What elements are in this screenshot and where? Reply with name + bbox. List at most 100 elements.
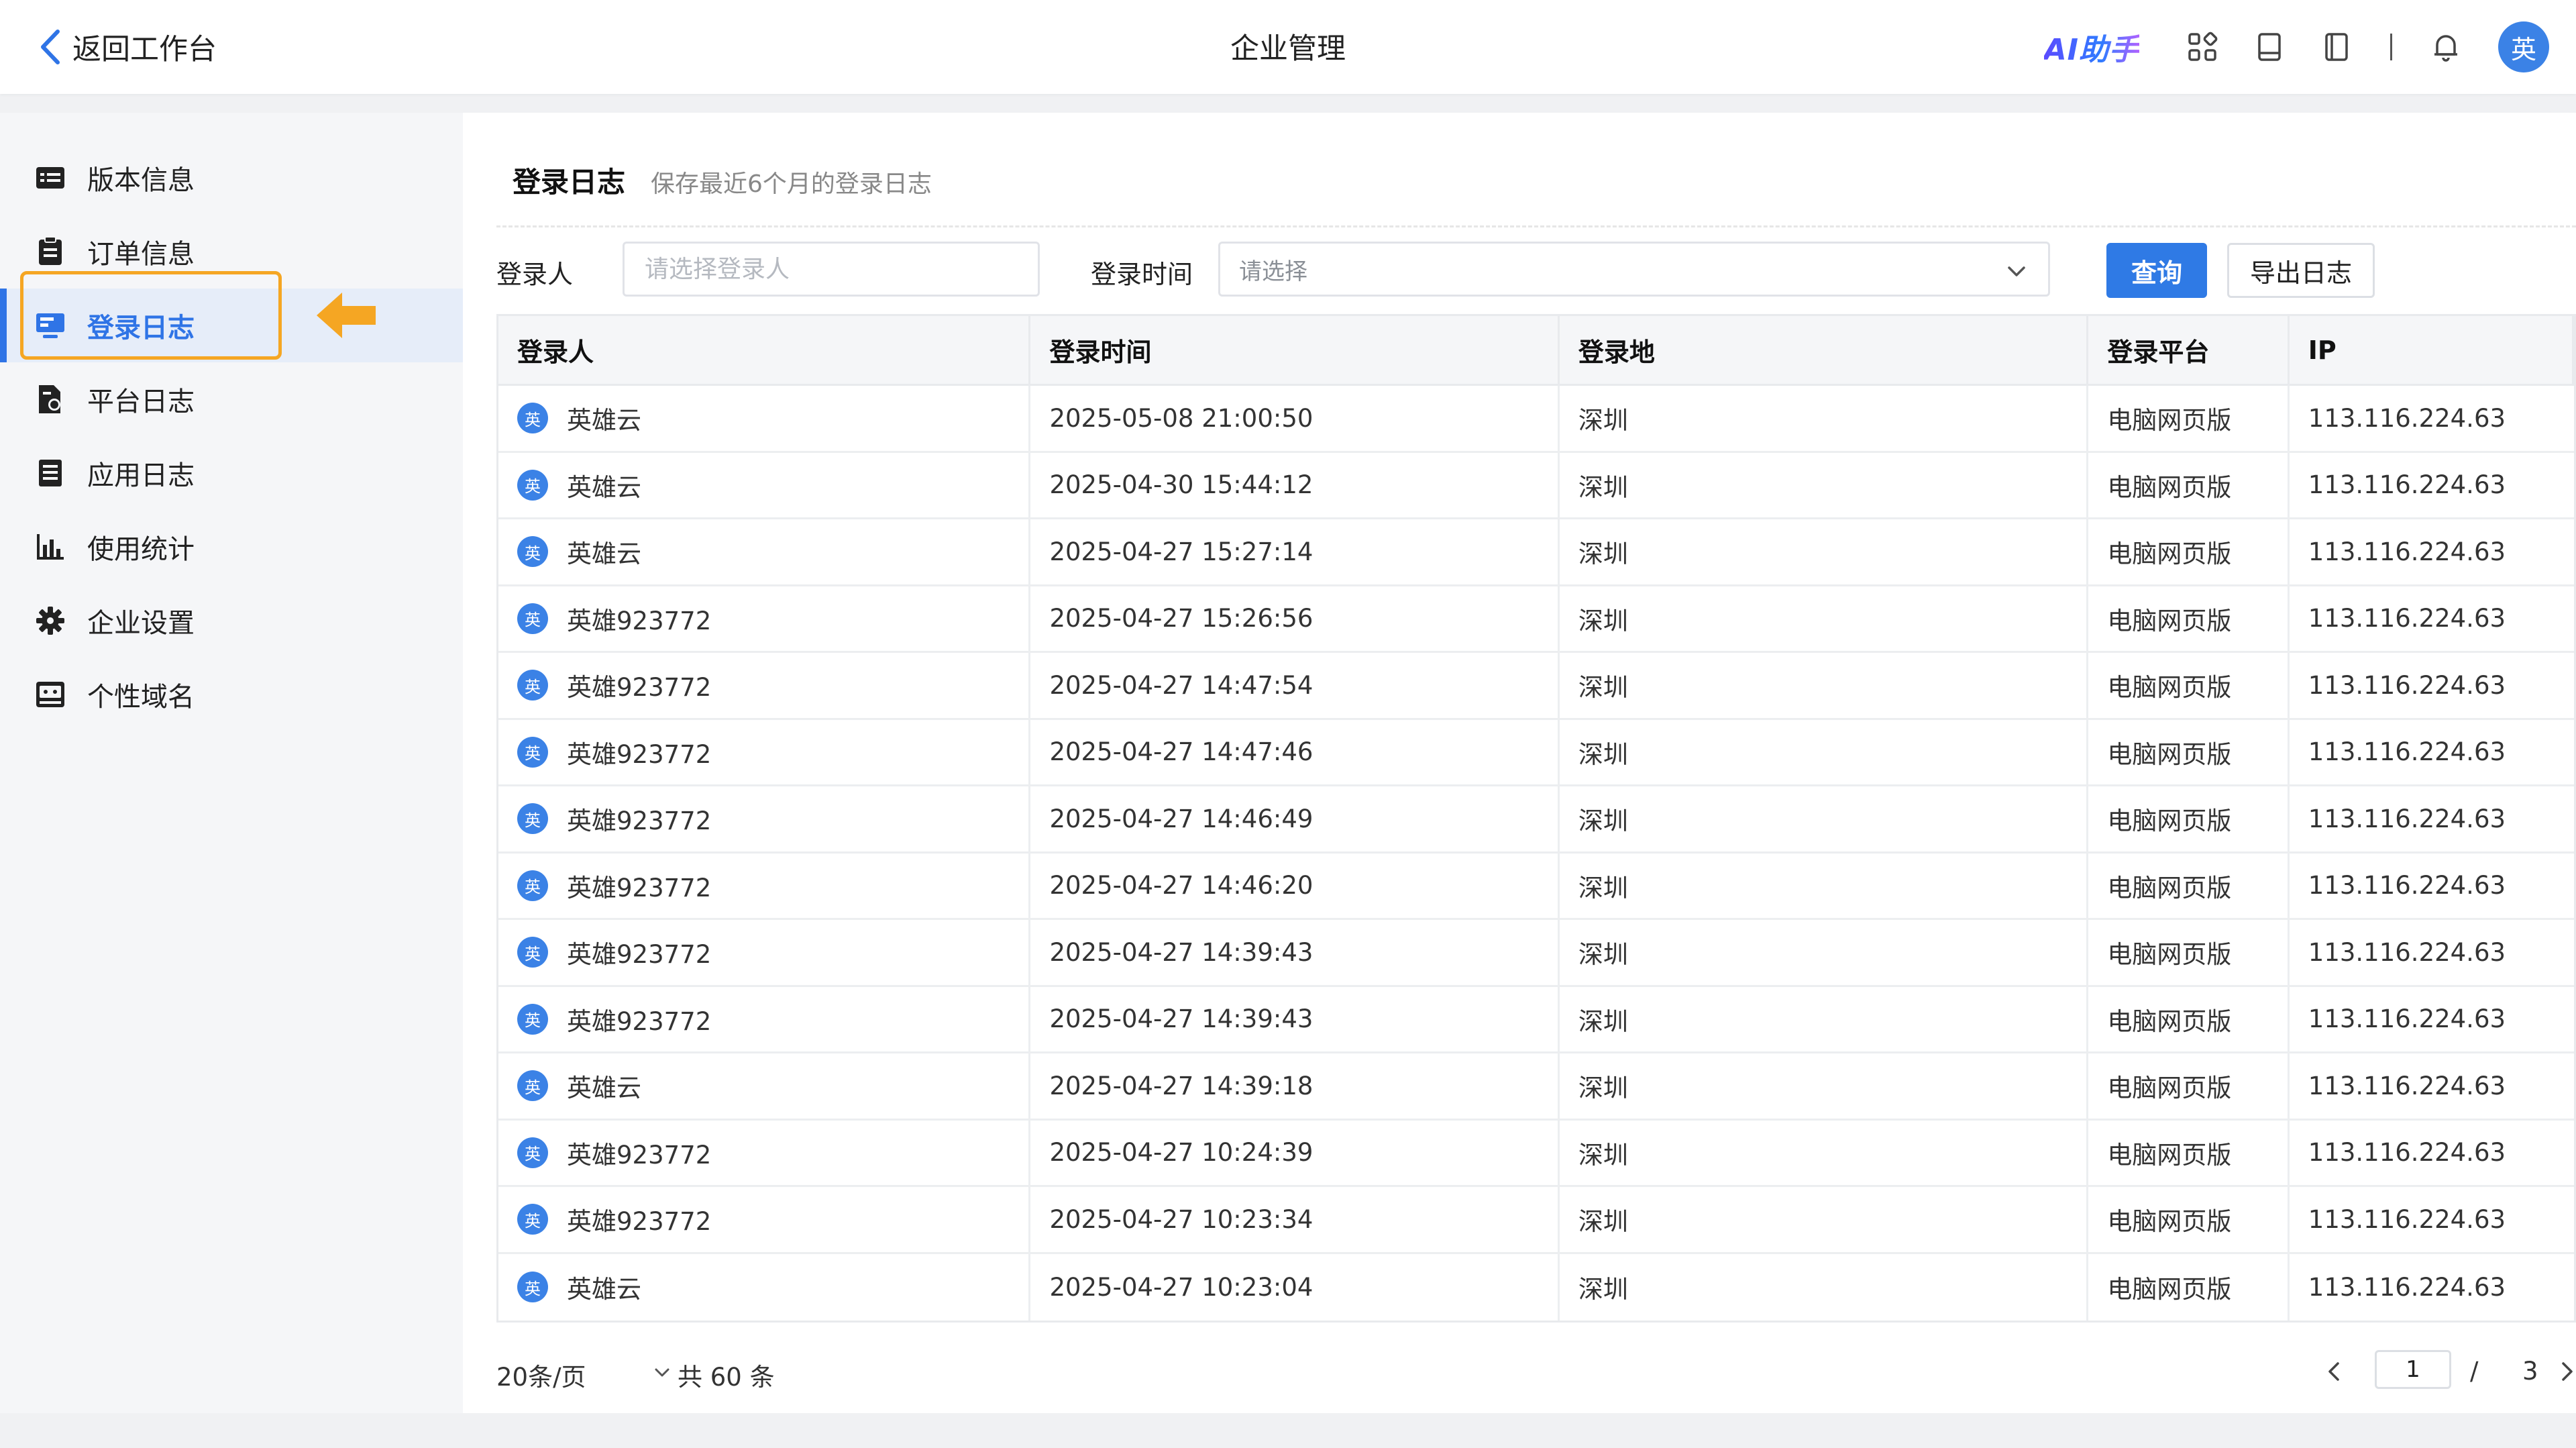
cell-time: 2025-04-27 10:23:34 xyxy=(1030,1187,1560,1252)
cell-platform-text: 电脑网页版 xyxy=(2107,1275,2232,1304)
sidebar-item-label: 版本信息 xyxy=(87,165,195,196)
login-time-select[interactable]: 请选择 xyxy=(1218,242,2050,297)
sidebar-item-label: 登录日志 xyxy=(87,313,195,344)
cell-time: 2025-04-27 10:24:39 xyxy=(1030,1120,1560,1185)
cell-ip: 113.116.224.63 xyxy=(2290,1053,2574,1119)
cell-platform-text: 电脑网页版 xyxy=(2107,940,2232,970)
order-icon xyxy=(34,235,67,268)
user-avatar: 英 xyxy=(517,403,548,434)
cell-platform-text: 电脑网页版 xyxy=(2107,1207,2232,1237)
user-avatar: 英 xyxy=(517,670,548,701)
cell-ip: 113.116.224.63 xyxy=(2290,586,2574,652)
cell-platform: 电脑网页版 xyxy=(2088,1120,2290,1185)
cell-location-text: 深圳 xyxy=(1578,606,1628,635)
cell-ip: 113.116.224.63 xyxy=(2290,1187,2574,1252)
cell-user: 英英雄923772 xyxy=(498,853,1031,918)
table-row: 英英雄923772 2025-04-27 10:23:34 深圳 电脑网页版 113.1… xyxy=(498,1187,2574,1254)
content-area: 登录日志 保存最近6个月的登录日志 登录人 登录时间 请选择 查询 导出日志 登… xyxy=(463,113,2576,1413)
cell-location: 深圳 xyxy=(1560,1187,2089,1252)
cell-location-text: 深圳 xyxy=(1578,1275,1628,1304)
user-avatar: 英 xyxy=(517,1003,548,1035)
cell-user: 英英雄923772 xyxy=(498,1120,1031,1185)
user-avatar[interactable]: 英 xyxy=(2498,21,2549,72)
chevron-left-icon[interactable] xyxy=(2321,1358,2348,1385)
column-header-platform[interactable]: 登录平台 xyxy=(2088,316,2290,384)
user-avatar: 英 xyxy=(517,536,548,568)
cell-user-text: 英雄923772 xyxy=(567,940,712,970)
cell-platform-text: 电脑网页版 xyxy=(2107,873,2232,902)
notebook-icon[interactable] xyxy=(2318,28,2355,66)
cell-platform-text: 电脑网页版 xyxy=(2107,406,2232,435)
cell-platform-text: 电脑网页版 xyxy=(2107,807,2232,836)
sidebar-item-app-log[interactable]: 应用日志 xyxy=(0,436,463,510)
sidebar-item-version-info[interactable]: 版本信息 xyxy=(0,141,463,215)
query-button[interactable]: 查询 xyxy=(2106,243,2207,298)
chevron-down-icon[interactable] xyxy=(651,1361,674,1384)
login-user-input[interactable] xyxy=(623,242,1040,297)
cell-location: 深圳 xyxy=(1560,986,2089,1051)
user-avatar: 英 xyxy=(517,1204,548,1235)
current-page-input[interactable] xyxy=(2375,1350,2451,1389)
cell-location: 深圳 xyxy=(1560,1120,2089,1185)
table-row: 英英雄云 2025-04-27 15:27:14 深圳 电脑网页版 113.116.22… xyxy=(498,519,2574,586)
sidebar-item-platform-log[interactable]: 平台日志 xyxy=(0,362,463,436)
header-tools: AI助手 英 xyxy=(2044,20,2549,74)
table-row: 英英雄923772 2025-04-27 14:46:49 深圳 电脑网页版 113.1… xyxy=(498,786,2574,854)
cell-user-text: 英雄云 xyxy=(567,1074,641,1103)
cell-user-text: 英雄923772 xyxy=(567,1207,712,1237)
column-header-location[interactable]: 登录地 xyxy=(1560,316,2089,384)
cell-ip-text: 113.116.224.63 xyxy=(2308,470,2506,500)
cell-ip: 113.116.224.63 xyxy=(2290,786,2574,851)
cell-platform-text: 电脑网页版 xyxy=(2107,1006,2232,1036)
cell-user: 英英雄云 xyxy=(498,1253,1031,1321)
cell-location: 深圳 xyxy=(1560,452,2089,517)
column-header-user[interactable]: 登录人 xyxy=(498,316,1031,384)
cell-location-text: 深圳 xyxy=(1578,807,1628,836)
cell-location-text: 深圳 xyxy=(1578,1207,1628,1237)
table-row: 英英雄923772 2025-04-27 14:39:43 深圳 电脑网页版 113.1… xyxy=(498,986,2574,1053)
cell-platform: 电脑网页版 xyxy=(2088,386,2290,451)
cell-time: 2025-05-08 21:00:50 xyxy=(1030,386,1560,451)
user-avatar: 英 xyxy=(517,1070,548,1102)
sidebar-item-order-info[interactable]: 订单信息 xyxy=(0,215,463,289)
cell-time-text: 2025-04-27 15:26:56 xyxy=(1049,604,1313,633)
book-icon[interactable] xyxy=(2251,28,2288,66)
cell-time-text: 2025-04-27 14:47:54 xyxy=(1049,670,1313,700)
cell-user: 英英雄云 xyxy=(498,1053,1031,1119)
column-header-ip[interactable]: IP xyxy=(2290,316,2574,384)
cell-time-text: 2025-04-27 14:47:46 xyxy=(1049,737,1313,767)
login-user-label: 登录人 xyxy=(496,260,574,289)
column-header-time[interactable]: 登录时间 xyxy=(1030,316,1560,384)
ai-assistant-button[interactable]: AI助手 xyxy=(2044,25,2139,68)
cell-platform: 电脑网页版 xyxy=(2088,519,2290,584)
login-time-placeholder: 请选择 xyxy=(1239,258,1307,285)
cell-ip-text: 113.116.224.63 xyxy=(2308,937,2506,967)
section-title: 登录日志 xyxy=(513,166,626,199)
cell-location-text: 深圳 xyxy=(1578,1140,1628,1170)
section-subtitle: 保存最近6个月的登录日志 xyxy=(651,170,932,198)
sidebar-item-usage-stats[interactable]: 使用统计 xyxy=(0,510,463,584)
sidebar-item-custom-domain[interactable]: 个性域名 xyxy=(0,658,463,731)
cell-time-text: 2025-04-27 10:24:39 xyxy=(1049,1138,1313,1168)
user-avatar: 英 xyxy=(517,870,548,901)
cell-location: 深圳 xyxy=(1560,653,2089,718)
chevron-right-icon[interactable] xyxy=(2553,1358,2576,1385)
cell-location: 深圳 xyxy=(1560,920,2089,985)
sidebar-item-login-log[interactable]: 登录日志 xyxy=(0,289,463,362)
export-log-button[interactable]: 导出日志 xyxy=(2227,243,2375,298)
cell-time: 2025-04-27 14:46:49 xyxy=(1030,786,1560,851)
bell-icon[interactable] xyxy=(2427,28,2465,66)
sidebar-item-enterprise-settings[interactable]: 企业设置 xyxy=(0,584,463,658)
apps-icon[interactable] xyxy=(2184,28,2221,66)
cell-ip-text: 113.116.224.63 xyxy=(2308,1272,2506,1302)
cell-location-text: 深圳 xyxy=(1578,1074,1628,1103)
cell-user-text: 英雄923772 xyxy=(567,673,712,703)
cell-ip: 113.116.224.63 xyxy=(2290,519,2574,584)
cell-location-text: 深圳 xyxy=(1578,472,1628,502)
sidebar-item-label: 企业设置 xyxy=(87,608,195,639)
cell-time: 2025-04-27 14:39:43 xyxy=(1030,986,1560,1051)
cell-user: 英英雄云 xyxy=(498,452,1031,517)
page-size-select[interactable]: 20条/页 xyxy=(496,1357,586,1393)
cell-platform: 电脑网页版 xyxy=(2088,986,2290,1051)
cell-time-text: 2025-04-27 14:46:20 xyxy=(1049,871,1313,900)
